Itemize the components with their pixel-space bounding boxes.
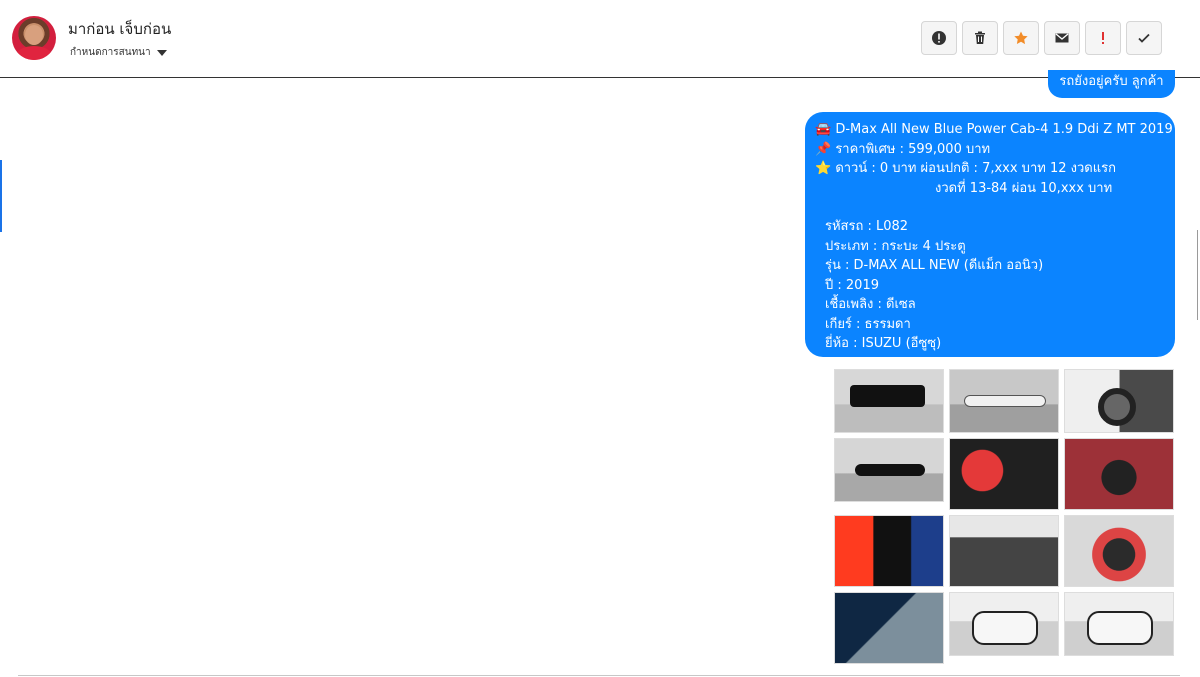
avatar[interactable] [12, 16, 56, 60]
detail-year: ปี : 2019 [825, 277, 879, 293]
assign-label: กำหนดการสนทนา [70, 47, 151, 58]
assign-conversation-dropdown[interactable]: กำหนดการสนทนา [70, 45, 167, 60]
interior-dashboard-image[interactable] [1064, 438, 1174, 510]
resolve-button[interactable] [1126, 21, 1162, 55]
star-icon [1014, 31, 1028, 45]
center-console-image[interactable] [949, 515, 1059, 587]
star-button[interactable] [1003, 21, 1039, 55]
detail-gear: เกียร์ : ธรรมดา [825, 316, 911, 332]
steering-wheel-image[interactable] [1064, 515, 1174, 587]
car-wheel-image[interactable] [1064, 369, 1174, 433]
detail-brand: ยี่ห้อ : ISUZU (อีซูซุ) [825, 336, 942, 351]
check-icon [1138, 33, 1150, 43]
message-down-payment: ⭐ ดาวน์ : 0 บาท ผ่อนปกติ : 7,xxx บาท 12 … [815, 161, 1116, 176]
contact-name: มาก่อน เจ็บก่อน [68, 20, 172, 38]
header-actions [921, 21, 1162, 55]
message-bubble: 🚘 D-Max All New Blue Power Cab-4 1.9 Ddi… [805, 112, 1175, 357]
detail-fuel: เชื้อเพลิง : ดีเซล [825, 297, 916, 312]
gear-shift-image[interactable] [834, 515, 944, 587]
car-front-view-image[interactable] [1064, 592, 1174, 656]
chat-header: มาก่อน เจ็บก่อน กำหนดการสนทนา [0, 0, 1200, 78]
composer-divider [18, 675, 1180, 676]
detail-code: รหัสรถ : L082 [825, 219, 909, 234]
car-rear-view-image[interactable] [834, 369, 944, 433]
trash-icon [975, 31, 985, 44]
alert-button[interactable] [921, 21, 957, 55]
detail-type: ประเภท : กระบะ 4 ประตู [825, 238, 966, 254]
exclamation-icon [1102, 32, 1104, 44]
image-gallery [834, 369, 1174, 664]
scrollbar[interactable] [1197, 230, 1198, 320]
delete-button[interactable] [962, 21, 998, 55]
detail-model: รุ่น : D-MAX ALL NEW (ดีแม็ก ออนิว) [825, 258, 1044, 273]
message-price: 📌 ราคาพิเศษ : 599,000 บาท [815, 141, 991, 157]
car-front-view-image[interactable] [949, 592, 1059, 656]
mail-button[interactable] [1044, 21, 1080, 55]
alert-circle-icon [932, 31, 946, 45]
message-bubble-small: รถยังอยู่ครับ ลูกค้า [1048, 70, 1175, 98]
interior-seat-image[interactable] [949, 438, 1059, 510]
door-panel-image[interactable] [834, 592, 944, 664]
car-side-view-image[interactable] [834, 438, 944, 502]
message-title: 🚘 D-Max All New Blue Power Cab-4 1.9 Ddi… [815, 122, 1173, 137]
mark-important-button[interactable] [1085, 21, 1121, 55]
car-side-view-image[interactable] [949, 369, 1059, 433]
left-accent [0, 160, 2, 232]
message-installment: งวดที่ 13-84 ผ่อน 10,xxx บาท [935, 180, 1113, 196]
chevron-down-icon [156, 49, 167, 56]
mail-icon [1055, 33, 1069, 43]
